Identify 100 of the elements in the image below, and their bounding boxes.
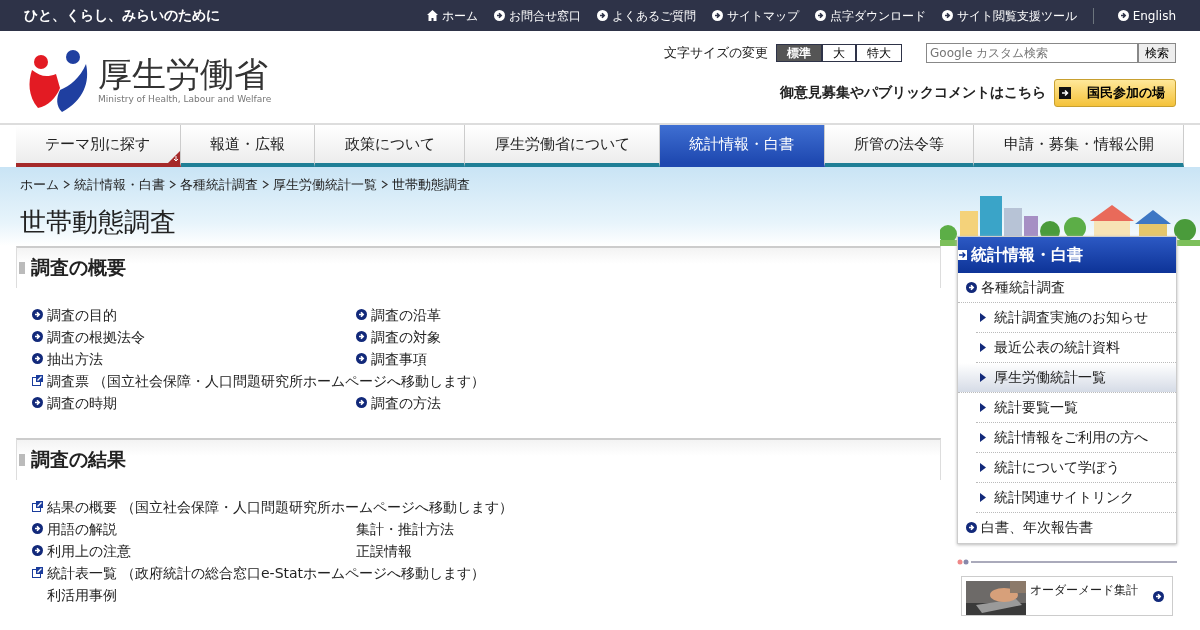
breadcrumb-current: 世帯動態調査 bbox=[392, 176, 470, 194]
sidebar-item[interactable]: 統計要覧一覧 bbox=[976, 392, 1176, 423]
arrow-icon bbox=[356, 397, 367, 409]
link[interactable]: 抽出方法 bbox=[47, 347, 103, 370]
external-link-icon bbox=[32, 567, 43, 579]
square-icon bbox=[19, 453, 25, 466]
top-link[interactable]: 点字ダウンロード bbox=[829, 6, 926, 25]
link-note: （政府統計の総合窓口e-Statホームページへ移動します） bbox=[121, 563, 486, 583]
sidebar-link[interactable]: 統計関連サイトリンク bbox=[994, 486, 1134, 508]
top-link[interactable]: お問合せ窓口 bbox=[508, 6, 581, 25]
external-link[interactable]: 調査票 bbox=[47, 369, 89, 392]
arrow-icon bbox=[493, 10, 505, 21]
link[interactable]: 調査の対象 bbox=[371, 325, 441, 348]
external-link[interactable]: 結果の概要 bbox=[47, 495, 117, 518]
sidebar-item[interactable]: 最近公表の統計資料 bbox=[976, 332, 1176, 363]
sidebar-link[interactable]: 統計情報をご利用の方へ bbox=[994, 426, 1148, 448]
nav-tab[interactable]: 統計情報・白書 bbox=[659, 125, 825, 167]
participation-text: 御意見募集やパブリックコメントはこちら bbox=[780, 83, 1046, 103]
breadcrumb-link[interactable]: ホーム bbox=[20, 175, 59, 195]
sidebar-item[interactable]: 統計関連サイトリンク bbox=[976, 482, 1176, 513]
link[interactable]: 調査の時期 bbox=[47, 391, 117, 414]
link[interactable]: 調査の目的 bbox=[47, 303, 117, 326]
link-note: （国立社会保障・人口問題研究所ホームページへ移動します） bbox=[93, 371, 485, 391]
sidebar-link[interactable]: 統計について学ぼう bbox=[994, 456, 1120, 478]
nav-tab[interactable]: 所管の法令等 bbox=[824, 125, 975, 167]
arrow-icon bbox=[32, 309, 43, 321]
logo-subtext: Ministry of Health, Labour and Welfare bbox=[98, 92, 272, 106]
link[interactable]: 調査の根拠法令 bbox=[47, 325, 145, 348]
arrow-icon bbox=[1117, 10, 1129, 21]
triangle-icon bbox=[980, 492, 986, 502]
triangle-icon bbox=[980, 402, 986, 412]
font-size-button[interactable]: 大 bbox=[822, 44, 856, 62]
arrow-icon bbox=[356, 309, 367, 321]
arrow-icon bbox=[32, 397, 43, 409]
arrow-icon bbox=[32, 523, 43, 535]
breadcrumb-link[interactable]: 厚生労働統計一覧 bbox=[273, 175, 377, 195]
chevron-icon bbox=[63, 180, 70, 190]
sidebar-item[interactable]: 統計情報をご利用の方へ bbox=[976, 422, 1176, 453]
triangle-icon bbox=[980, 432, 986, 442]
search-field[interactable]: Google カスタム検索 bbox=[926, 43, 1138, 63]
link[interactable]: 用語の解説 bbox=[47, 517, 117, 540]
arrow-icon bbox=[356, 331, 367, 343]
top-link[interactable]: サイト閲覧支援ツール bbox=[956, 6, 1077, 25]
font-size-button[interactable]: 標準 bbox=[776, 44, 822, 62]
nav-tab[interactable]: 申請・募集・情報公開 bbox=[974, 125, 1185, 167]
nav-tab[interactable]: 厚生労働省について bbox=[465, 125, 660, 167]
sidebar-item[interactable]: 厚生労働統計一覧 bbox=[958, 362, 1176, 393]
arrow-icon bbox=[32, 331, 43, 343]
breadcrumb-link[interactable]: 統計情報・白書 bbox=[74, 175, 165, 195]
nav-tab[interactable]: 報道・広報 bbox=[180, 125, 316, 167]
link-note: （国立社会保障・人口問題研究所ホームページへ移動します） bbox=[121, 497, 513, 517]
sidebar-item[interactable]: 統計調査実施のお知らせ bbox=[976, 302, 1176, 333]
sidebar-link[interactable]: 統計調査実施のお知らせ bbox=[994, 306, 1148, 328]
home-icon bbox=[426, 10, 438, 21]
arrow-icon bbox=[966, 281, 977, 293]
sidebar-link[interactable]: 白書、年次報告書 bbox=[981, 517, 1093, 539]
caret-icon bbox=[167, 151, 180, 163]
chevron-icon bbox=[381, 180, 388, 190]
top-link[interactable]: よくあるご質問 bbox=[611, 6, 696, 25]
arrow-icon bbox=[814, 10, 826, 21]
link[interactable]: 調査事項 bbox=[371, 347, 427, 370]
arrow-icon bbox=[356, 353, 367, 365]
link[interactable]: 利用上の注意 bbox=[47, 539, 131, 562]
font-size-label: 文字サイズの変更 bbox=[664, 44, 768, 63]
breadcrumb-link[interactable]: 各種統計調査 bbox=[180, 175, 258, 195]
sidebar-link[interactable]: 各種統計調査 bbox=[981, 276, 1065, 298]
arrow-icon bbox=[1153, 590, 1164, 602]
chevron-icon bbox=[262, 180, 269, 190]
nav-tab[interactable]: 政策について bbox=[315, 125, 466, 167]
participation-button[interactable]: 国民参加の場 bbox=[1054, 79, 1176, 107]
external-link-icon bbox=[32, 375, 43, 387]
arrow-icon bbox=[596, 10, 608, 21]
triangle-icon bbox=[980, 312, 986, 322]
sidebar-link[interactable]: 統計要覧一覧 bbox=[994, 396, 1078, 418]
section-title: 調査の概要 bbox=[31, 256, 126, 280]
square-icon bbox=[19, 261, 25, 274]
top-link[interactable]: English bbox=[1132, 6, 1176, 25]
logo-text: 厚生労働省 bbox=[98, 55, 269, 93]
sidebar-link[interactable]: 厚生労働統計一覧 bbox=[994, 366, 1106, 388]
search-button[interactable]: 検索 bbox=[1138, 43, 1176, 63]
sidebar-item[interactable]: 統計について学ぼう bbox=[976, 452, 1176, 483]
sidebar-link[interactable]: 最近公表の統計資料 bbox=[994, 336, 1120, 358]
section-title: 調査の結果 bbox=[31, 448, 126, 472]
external-link[interactable]: 統計表一覧 bbox=[47, 561, 117, 584]
arrow-icon bbox=[941, 10, 953, 21]
page-title: 世帯動態調査 bbox=[19, 205, 177, 239]
arrow-icon bbox=[32, 353, 43, 365]
triangle-icon bbox=[980, 462, 986, 472]
link[interactable]: 調査の沿革 bbox=[371, 303, 441, 326]
arrow-icon bbox=[966, 522, 977, 534]
font-size-button[interactable]: 特大 bbox=[856, 44, 902, 62]
banner-card[interactable]: オーダーメード集計 bbox=[961, 575, 1173, 616]
sidebar-title: 統計情報・白書 bbox=[971, 243, 1083, 266]
top-link[interactable]: ホーム bbox=[441, 6, 478, 25]
chevron-icon bbox=[169, 180, 176, 190]
item-text: 正誤情報 bbox=[356, 541, 412, 561]
item-text: 利活用事例 bbox=[46, 585, 117, 605]
nav-tab[interactable]: テーマ別に探す bbox=[16, 125, 181, 167]
link[interactable]: 調査の方法 bbox=[371, 391, 441, 414]
top-link[interactable]: サイトマップ bbox=[726, 6, 799, 25]
